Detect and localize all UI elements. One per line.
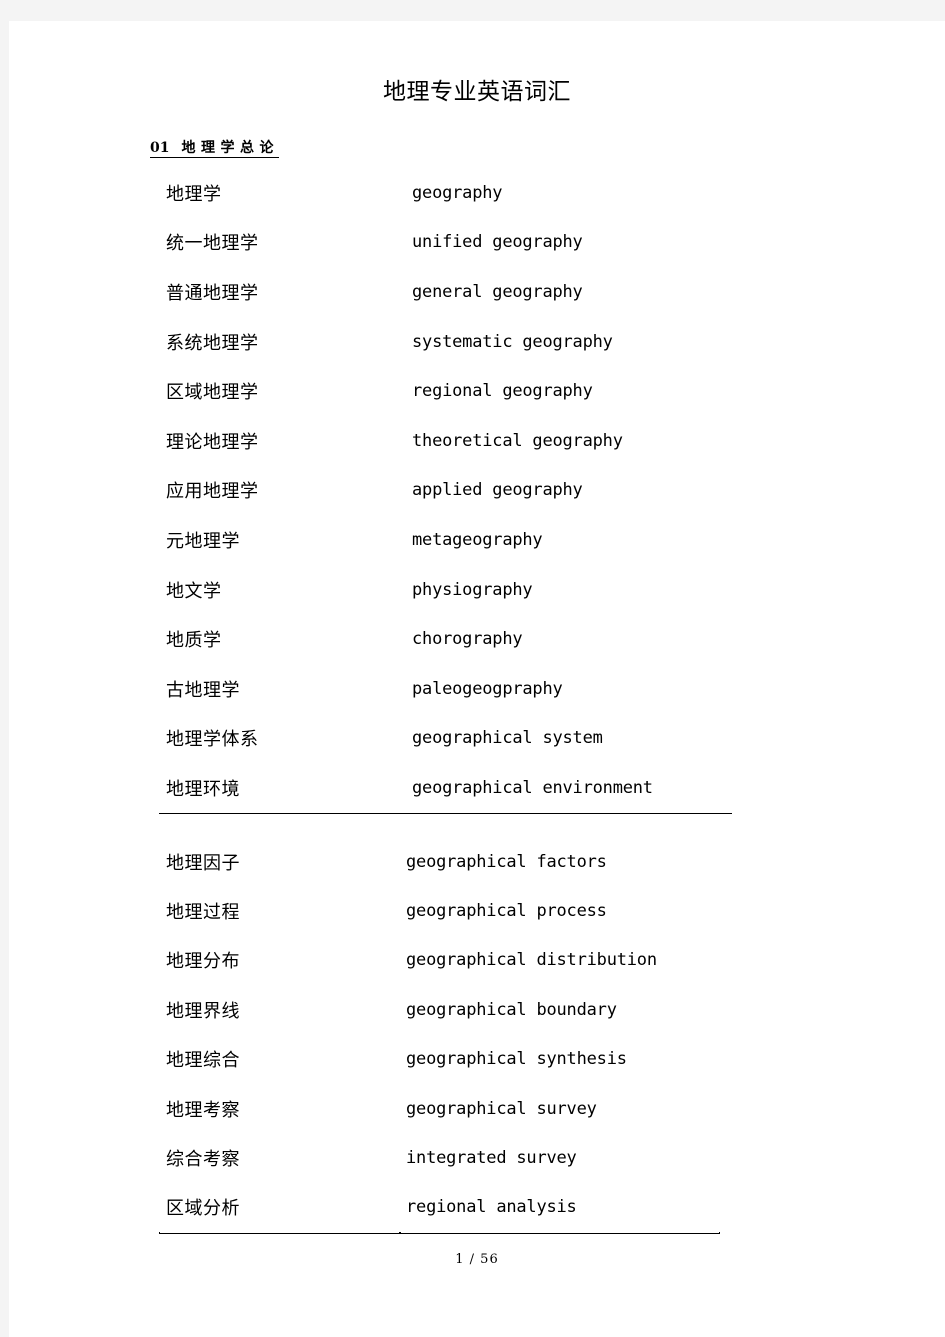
term-english: paleogeogpraphy	[405, 663, 732, 714]
table-row: 地质学 chorography	[159, 614, 732, 664]
vocabulary-table-2: 地理因子 geographical factors 地理过程 geographical…	[159, 837, 720, 1233]
page-number-footer: 1 / 56	[455, 1252, 499, 1267]
term-english: regional geography	[405, 366, 732, 416]
term-chinese: 地理界线	[159, 985, 399, 1035]
term-english: unified geography	[405, 217, 732, 268]
table-row: 区域地理学 regional geography	[159, 366, 732, 416]
term-english: applied geography	[405, 465, 732, 516]
term-english: integrated survey	[399, 1133, 720, 1183]
term-english: geographical distribution	[399, 935, 720, 986]
term-chinese: 地质学	[159, 614, 405, 664]
table-row: 地文学 physiography	[159, 564, 732, 615]
term-english: geographical process	[399, 886, 720, 936]
table-row: 统一地理学 unified geography	[159, 217, 732, 268]
table-row: 地理考察 geographical survey	[159, 1083, 720, 1134]
table-row: 地理学 geography	[159, 168, 732, 218]
term-english: geographical factors	[399, 837, 720, 887]
document-title: 地理专业英语词汇	[383, 79, 571, 105]
term-english: geographical survey	[399, 1083, 720, 1134]
table-row: 地理因子 geographical factors	[159, 837, 720, 887]
term-chinese: 地文学	[159, 564, 405, 615]
table-row: 地理分布 geographical distribution	[159, 935, 720, 986]
table-row: 普通地理学 general geography	[159, 267, 732, 317]
table-row: 综合考察 integrated survey	[159, 1133, 720, 1183]
table-row: 地理界线 geographical boundary	[159, 985, 720, 1035]
table-row: 系统地理学 systematic geography	[159, 316, 732, 367]
term-english: metageography	[405, 515, 732, 565]
table-row: 理论地理学 theoretical geography	[159, 415, 732, 466]
term-chinese: 区域分析	[159, 1182, 399, 1233]
term-english: systematic geography	[405, 316, 732, 367]
table-row: 地理学体系 geographical system	[159, 713, 732, 764]
term-english: theoretical geography	[405, 415, 732, 466]
term-english: geographical synthesis	[399, 1034, 720, 1084]
term-chinese: 理论地理学	[159, 415, 405, 466]
table-row: 地理环境 geographical environment	[159, 763, 732, 813]
vocabulary-table-1: 地理学 geography 统一地理学 unified geography 普通地理学 g…	[159, 168, 732, 813]
table-1-body: 地理学 geography 统一地理学 unified geography 普通地理学 g…	[159, 168, 732, 813]
section-heading: 01 地理学总论	[150, 140, 279, 159]
section-number: 01	[150, 140, 170, 156]
term-chinese: 古地理学	[159, 663, 405, 714]
section-title: 地理学总论	[181, 140, 279, 156]
term-chinese: 地理学	[159, 168, 405, 218]
term-english: geographical system	[405, 713, 732, 764]
term-chinese: 统一地理学	[159, 217, 405, 268]
term-chinese: 区域地理学	[159, 366, 405, 416]
term-chinese: 地理因子	[159, 837, 399, 887]
term-chinese: 地理过程	[159, 886, 399, 936]
term-chinese: 地理考察	[159, 1083, 399, 1134]
table-row: 古地理学 paleogeogpraphy	[159, 663, 732, 714]
term-chinese: 地理分布	[159, 935, 399, 986]
term-chinese: 综合考察	[159, 1133, 399, 1183]
term-english: regional analysis	[399, 1182, 720, 1233]
table-row: 元地理学 metageography	[159, 515, 732, 565]
term-chinese: 地理学体系	[159, 713, 405, 764]
table-row: 区域分析 regional analysis	[159, 1182, 720, 1233]
table-2-body: 地理因子 geographical factors 地理过程 geographical…	[159, 837, 720, 1233]
term-chinese: 地理环境	[159, 763, 405, 813]
term-english: geographical environment	[405, 763, 732, 813]
term-chinese: 地理综合	[159, 1034, 399, 1084]
term-english: geographical boundary	[399, 985, 720, 1035]
table-row: 地理过程 geographical process	[159, 886, 720, 936]
term-english: general geography	[405, 267, 732, 317]
term-english: geography	[405, 168, 732, 218]
table-row: 应用地理学 applied geography	[159, 465, 732, 516]
term-chinese: 系统地理学	[159, 316, 405, 367]
term-english: physiography	[405, 564, 732, 615]
term-chinese: 应用地理学	[159, 465, 405, 516]
table-row: 地理综合 geographical synthesis	[159, 1034, 720, 1084]
term-english: chorography	[405, 614, 732, 664]
term-chinese: 元地理学	[159, 515, 405, 565]
term-chinese: 普通地理学	[159, 267, 405, 317]
document-page: 地理专业英语词汇 01 地理学总论 地理学 geography 统一地理学 unifie…	[9, 21, 945, 1337]
